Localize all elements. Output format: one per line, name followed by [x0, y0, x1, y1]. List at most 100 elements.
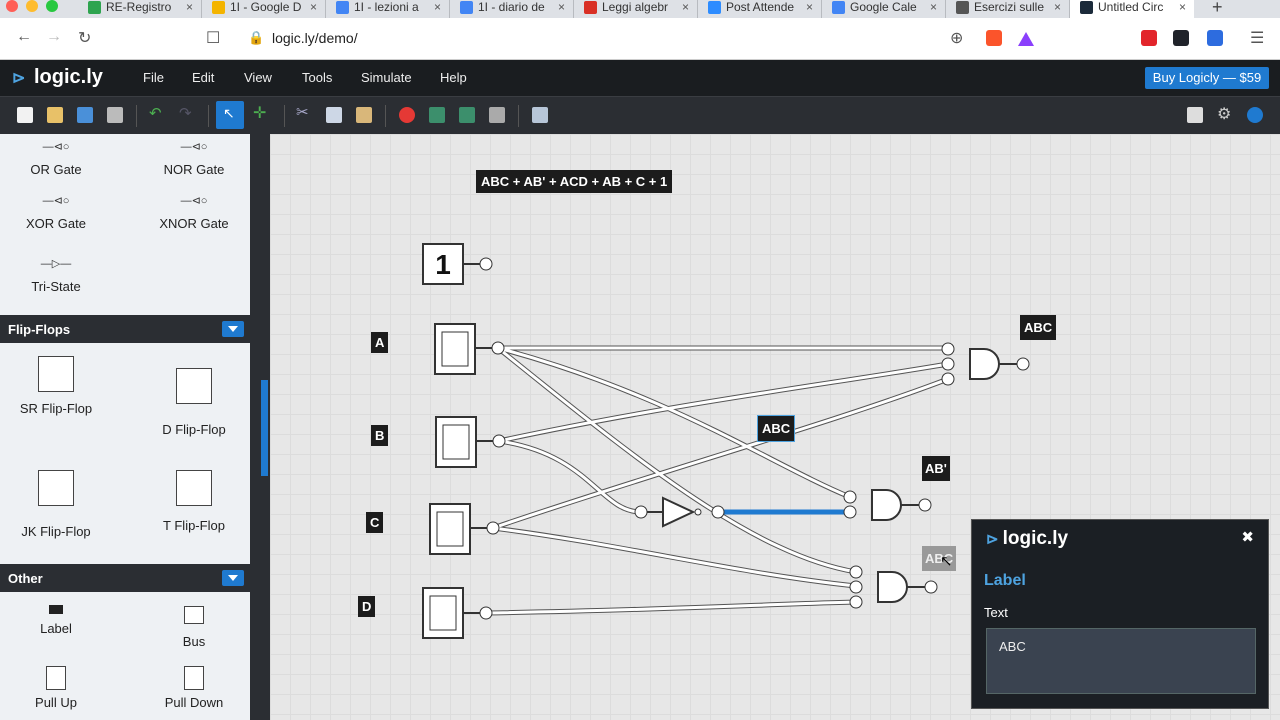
and-gate-ab-not[interactable]: [843, 489, 932, 521]
brave-rewards-icon[interactable]: [1018, 30, 1034, 46]
palette-pull-down[interactable]: Pull Down: [139, 666, 249, 710]
expression-label[interactable]: ABC + AB' + ACD + AB + C + 1: [476, 170, 673, 193]
not-gate[interactable]: [634, 496, 725, 528]
splitter-handle[interactable]: [261, 380, 268, 476]
switch-d[interactable]: [422, 587, 493, 639]
input-label-d[interactable]: D: [358, 596, 376, 617]
browser-tab[interactable]: Google Cale ×: [822, 0, 946, 18]
tab-close-icon[interactable]: ×: [806, 0, 813, 14]
menu-tools[interactable]: Tools: [302, 70, 332, 85]
switch-b[interactable]: [435, 416, 506, 468]
section-header-other[interactable]: Other: [0, 564, 250, 592]
browser-tab[interactable]: Esercizi sulle ×: [946, 0, 1070, 18]
palette-jk-flipflop[interactable]: JK Flip-Flop: [1, 458, 111, 539]
settings-gear-icon[interactable]: ⚙: [1217, 104, 1233, 123]
url-text[interactable]: logic.ly/demo/: [272, 30, 358, 46]
label-text-input[interactable]: ABC: [986, 628, 1256, 694]
integrated-circuit-icon[interactable]: [489, 107, 505, 123]
palette-pull-up[interactable]: Pull Up: [1, 666, 111, 710]
palette-or-gate[interactable]: —⊲○ OR Gate: [1, 140, 111, 177]
palette-nor-gate[interactable]: —⊲○ NOR Gate: [139, 140, 249, 177]
truth-table-icon[interactable]: [532, 107, 548, 123]
tab-close-icon[interactable]: ×: [558, 0, 565, 14]
input-label-c[interactable]: C: [366, 512, 384, 533]
output-label-abc[interactable]: ABC: [1020, 315, 1057, 340]
new-file-icon[interactable]: [17, 107, 33, 123]
menu-simulate[interactable]: Simulate: [361, 70, 412, 85]
collapse-section-button[interactable]: [222, 570, 244, 586]
palette-tri-state[interactable]: —▷— Tri-State: [1, 257, 111, 294]
back-icon[interactable]: ←: [16, 28, 32, 46]
menu-file[interactable]: File: [143, 70, 164, 85]
minimize-window-button[interactable]: [26, 0, 38, 12]
collapse-section-button[interactable]: [222, 321, 244, 337]
save-icon[interactable]: [77, 107, 93, 123]
palette-d-flipflop[interactable]: D Flip-Flop: [139, 356, 249, 437]
flip-horizontal-icon[interactable]: [429, 107, 445, 123]
browser-tab[interactable]: Untitled Circ ×: [1070, 0, 1194, 18]
help-icon[interactable]: [1247, 107, 1263, 123]
section-header-flipflops[interactable]: Flip-Flops: [0, 315, 250, 343]
tab-close-icon[interactable]: ×: [186, 0, 193, 14]
and-gate-acd[interactable]: [849, 565, 938, 609]
menu-edit[interactable]: Edit: [192, 70, 214, 85]
tri-state-icon: —▷—: [40, 258, 72, 270]
new-tab-button[interactable]: +: [1212, 0, 1223, 18]
browser-menu-icon[interactable]: ☰: [1250, 28, 1264, 48]
output-label-ab-not[interactable]: AB': [922, 456, 950, 481]
switch-c[interactable]: [429, 503, 500, 555]
print-icon[interactable]: [107, 107, 123, 123]
forward-icon[interactable]: →: [46, 28, 62, 46]
delete-icon[interactable]: [399, 107, 415, 123]
cut-icon[interactable]: ✂: [296, 103, 312, 121]
palette-label-component[interactable]: Label: [1, 605, 111, 636]
tab-close-icon[interactable]: ×: [682, 0, 689, 14]
tab-close-icon[interactable]: ×: [434, 0, 441, 14]
sidebar-splitter[interactable]: [250, 134, 270, 720]
and-gate-abc[interactable]: [941, 342, 1030, 386]
browser-tab[interactable]: Leggi algebr ×: [574, 0, 698, 18]
close-icon[interactable]: ✖: [1241, 528, 1254, 546]
pdf-extension-icon[interactable]: [1141, 30, 1157, 46]
menu-help[interactable]: Help: [440, 70, 467, 85]
undo-icon[interactable]: ↶: [149, 104, 165, 122]
tab-close-icon[interactable]: ×: [1179, 0, 1186, 14]
tab-close-icon[interactable]: ×: [1054, 0, 1061, 14]
menu-view[interactable]: View: [244, 70, 272, 85]
sr-flipflop-icon: [1, 356, 111, 401]
palette-t-flipflop[interactable]: T Flip-Flop: [139, 458, 249, 533]
input-label-a[interactable]: A: [371, 332, 389, 353]
flip-vertical-icon[interactable]: [459, 107, 475, 123]
input-label-b[interactable]: B: [371, 425, 389, 446]
zoom-icon[interactable]: ⊕: [950, 28, 963, 48]
browser-tab[interactable]: 1I - Google D ×: [202, 0, 326, 18]
copy-icon[interactable]: [326, 107, 342, 123]
browser-tab[interactable]: RE-Registro ×: [78, 0, 202, 18]
floating-label-abc[interactable]: ABC: [756, 415, 796, 442]
redo-icon[interactable]: ↷: [179, 104, 195, 122]
eyedropper-icon[interactable]: [1207, 30, 1223, 46]
palette-xor-gate[interactable]: —⊲○ XOR Gate: [1, 194, 111, 231]
palette-label: Tri-State: [31, 279, 81, 294]
constant-one[interactable]: 1: [422, 243, 493, 285]
document-icon[interactable]: [1187, 107, 1203, 123]
browser-tab[interactable]: 1I - lezioni a ×: [326, 0, 450, 18]
bookmark-icon[interactable]: ☐: [206, 28, 220, 48]
switch-a[interactable]: [434, 323, 505, 375]
tab-close-icon[interactable]: ×: [930, 0, 937, 14]
palette-bus[interactable]: Bus: [139, 606, 249, 649]
palette-sr-flipflop[interactable]: SR Flip-Flop: [1, 356, 111, 416]
tab-close-icon[interactable]: ×: [310, 0, 317, 14]
close-window-button[interactable]: [6, 0, 18, 12]
open-folder-icon[interactable]: [47, 107, 63, 123]
reload-icon[interactable]: ↻: [78, 28, 91, 48]
maximize-window-button[interactable]: [46, 0, 58, 12]
pan-icon[interactable]: ✛: [253, 103, 269, 122]
react-devtools-icon[interactable]: [1173, 30, 1189, 46]
browser-tab[interactable]: Post Attende ×: [698, 0, 822, 18]
brave-shield-icon[interactable]: [986, 30, 1002, 46]
buy-button[interactable]: Buy Logicly — $59: [1145, 67, 1269, 89]
palette-xnor-gate[interactable]: —⊲○ XNOR Gate: [139, 194, 249, 231]
browser-tab[interactable]: 1I - diario de ×: [450, 0, 574, 18]
paste-icon[interactable]: [356, 107, 372, 123]
